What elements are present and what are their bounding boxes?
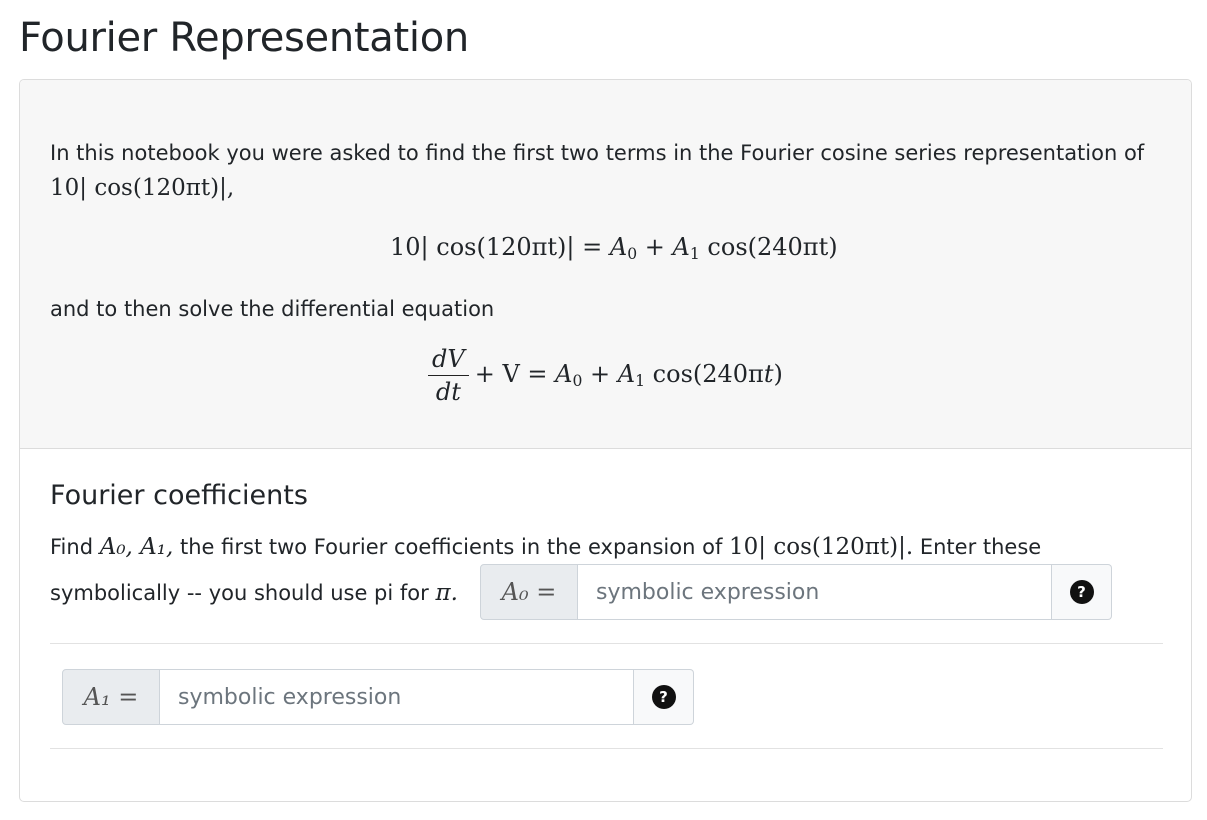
page-title: Fourier Representation (19, 15, 469, 61)
series-eq-cos: cos(240πt) (707, 233, 838, 261)
de-numerator: dV (428, 345, 469, 376)
problem-statement: In this notebook you were asked to find … (20, 80, 1191, 449)
a1-label: A₁ = (62, 669, 160, 725)
series-eq-lhs: 10| cos(120πt)| = (390, 233, 610, 261)
section-text-find: Find (50, 535, 94, 559)
a0-help-button[interactable]: ? (1052, 564, 1112, 620)
question-card: In this notebook you were asked to find … (19, 79, 1192, 802)
section-pi: π. (435, 580, 458, 606)
intro-line: In this notebook you were asked to find … (50, 140, 1144, 167)
a0-input[interactable] (578, 564, 1052, 620)
section-coeffs: A₀, A₁, (99, 534, 174, 560)
de-denominator: dt (435, 378, 461, 406)
section-text-symbolic: symbolically -- you should use pi for (50, 581, 429, 605)
intro-line-2: and to then solve the differential equat… (50, 297, 495, 321)
divider (50, 748, 1163, 749)
section-expression: 10| cos(120πt)|. (729, 534, 914, 560)
question-circle-icon: ? (1069, 580, 1094, 604)
section-text-expansion: the first two Fourier coefficients in th… (180, 535, 723, 559)
section-text-line-2: symbolically -- you should use pi for π. (50, 579, 458, 609)
differential-equation: dV dt + V = A0 + A1 cos(240πt) (428, 345, 783, 406)
a1-input-group: A₁ = ? (62, 669, 694, 725)
intro-expression: 10| cos(120πt)|, (50, 175, 235, 201)
section-title: Fourier coefficients (50, 480, 308, 511)
question-circle-icon: ? (651, 685, 676, 709)
section-text-enter: Enter these (919, 535, 1042, 559)
a1-input[interactable] (160, 669, 634, 725)
de-rest: + V = (474, 360, 556, 388)
section-text-line-1: Find A₀, A₁, the first two Fourier coeff… (50, 533, 1041, 563)
intro-text: In this notebook you were asked to find … (50, 141, 1145, 165)
a0-label: A₀ = (480, 564, 578, 620)
a1-help-button[interactable]: ? (634, 669, 694, 725)
fourier-series-equation: 10| cos(120πt)| = A0 + A1 cos(240πt) (390, 233, 838, 263)
a0-input-group: A₀ = ? (480, 564, 1112, 620)
divider (50, 643, 1163, 644)
